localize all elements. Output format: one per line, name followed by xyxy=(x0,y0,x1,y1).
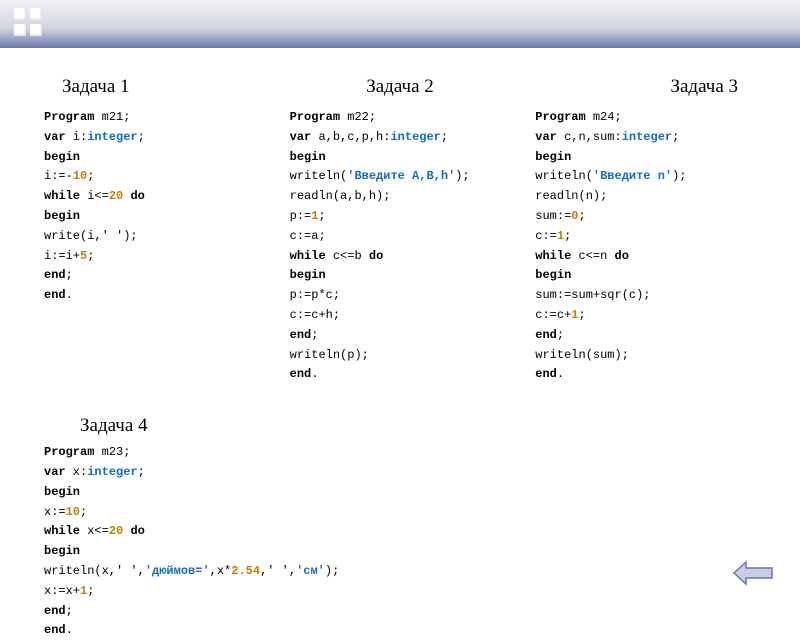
task4-block: Задача 4 Program m23; var x:integer; beg… xyxy=(44,415,756,641)
header-bar xyxy=(0,0,800,48)
task1-title: Задача 1 xyxy=(62,76,130,98)
task2-title: Задача 2 xyxy=(366,76,434,98)
task3-code: Program m24; var c,n,sum:integer; begin … xyxy=(535,108,756,385)
task4-title: Задача 4 xyxy=(80,415,756,437)
decorative-squares xyxy=(14,8,42,36)
task4-code: Program m23; var x:integer; begin x:=10;… xyxy=(44,443,756,641)
task3-title: Задача 3 xyxy=(670,76,738,98)
code-columns: Program m21; var i:integer; begin i:=-10… xyxy=(44,102,756,385)
back-arrow-button[interactable] xyxy=(732,560,774,586)
task2-code: Program m22; var a,b,c,p,h:integer; begi… xyxy=(290,108,511,385)
task-titles-row: Задача 1 Задача 2 Задача 3 xyxy=(44,76,756,102)
arrow-left-icon xyxy=(732,560,774,586)
task1-code: Program m21; var i:integer; begin i:=-10… xyxy=(44,108,265,385)
slide-content: Задача 1 Задача 2 Задача 3 Program m21; … xyxy=(0,48,800,600)
